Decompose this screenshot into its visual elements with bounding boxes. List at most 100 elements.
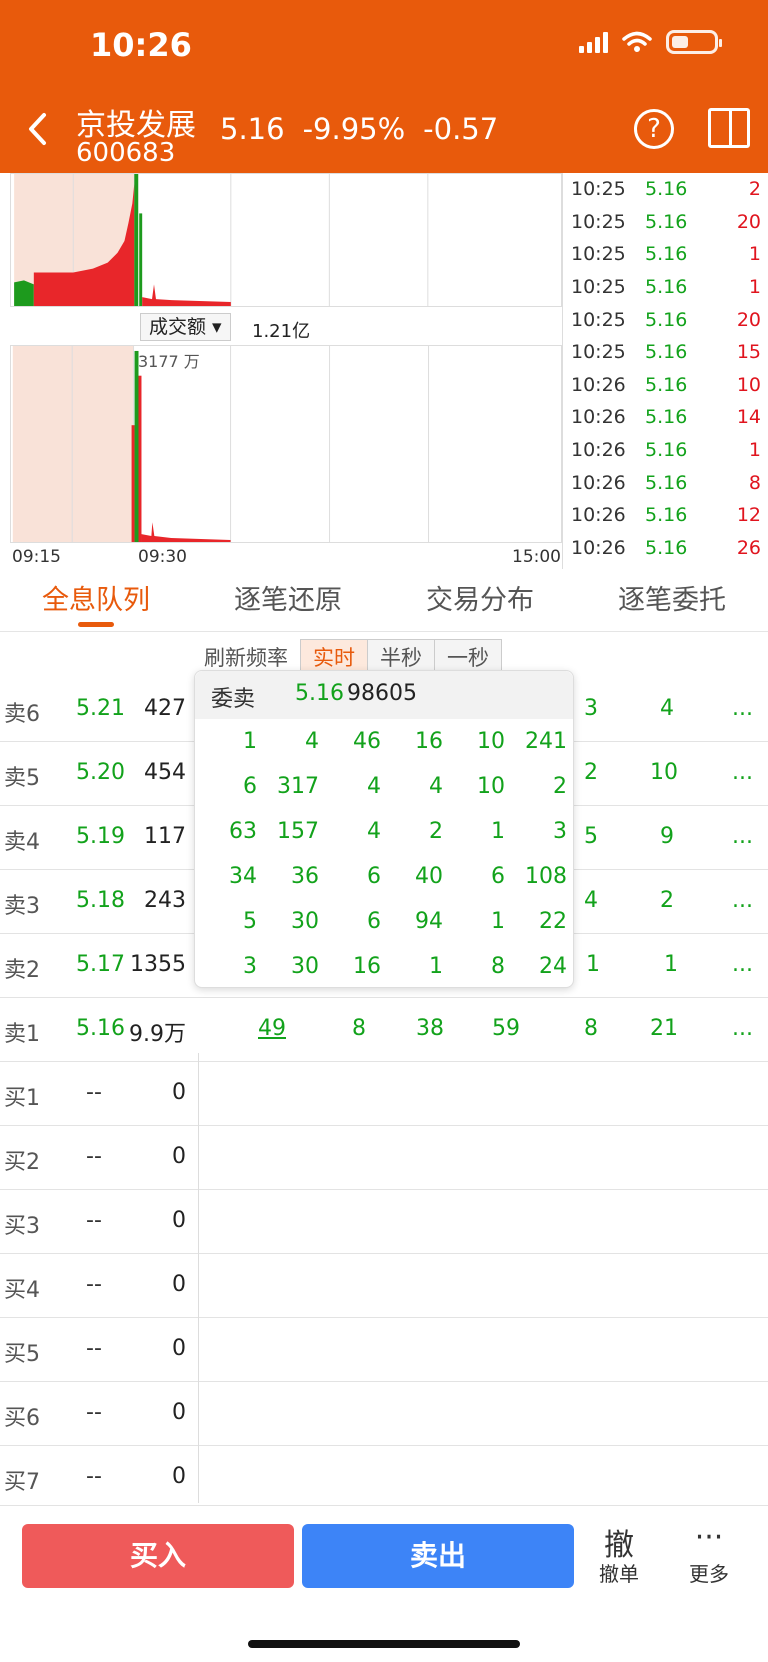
refresh-option-one-second[interactable]: 一秒 (435, 640, 501, 674)
popup-row: 3 30 16 1 8 24 (195, 944, 575, 989)
popup-header: 委卖 5.16 98605 (195, 671, 573, 719)
queue-more[interactable]: ... (732, 696, 753, 721)
tick-row: 10:26 5.16 12 (563, 499, 768, 532)
row-qty: 454 (144, 760, 186, 785)
popup-cell: 241 (525, 729, 567, 754)
queue-more[interactable]: ... (732, 824, 753, 849)
battery-icon (666, 30, 722, 54)
buy-row-6[interactable]: 买6 -- 0 (0, 1382, 768, 1446)
row-price: 5.19 (76, 824, 125, 849)
queue-detail-popup[interactable]: 委卖 5.16 98605 1 4 46 16 10 241 6 317 4 4 10 2 63 15… (194, 670, 574, 988)
row-qty: 0 (172, 1400, 186, 1425)
row-price: 5.16 (76, 1016, 125, 1041)
tick-price: 5.16 (645, 243, 688, 266)
row-label: 买7 (4, 1470, 40, 1495)
tick-row: 10:26 5.16 1 (563, 434, 768, 467)
buy-row-7[interactable]: 买7 -- 0 (0, 1446, 768, 1510)
volume-selector-label: 成交额 (149, 316, 207, 338)
tick-time: 10:26 (571, 536, 626, 559)
buy-row-4[interactable]: 买4 -- 0 (0, 1254, 768, 1318)
row-price: 5.18 (76, 888, 125, 913)
popup-cell: 1 (243, 729, 257, 754)
status-time: 10:26 (90, 26, 192, 64)
row-price: -- (86, 1400, 102, 1425)
sell-row-1[interactable]: 卖1 5.16 9.9万 49 8 38 59 8 21 ... (0, 998, 768, 1062)
queue-cell-selected[interactable]: 49 (258, 1016, 286, 1041)
row-qty: 1355 (130, 952, 186, 977)
popup-cell: 6 (367, 909, 381, 934)
tab-tick-restore[interactable]: 逐笔还原 (192, 570, 384, 631)
queue-cell: 4 (660, 696, 674, 721)
cancel-order-button[interactable]: 撤 撤单 (584, 1520, 654, 1587)
popup-row: 63 157 4 2 1 3 (195, 809, 575, 854)
row-label: 买1 (4, 1086, 40, 1111)
tick-time: 10:25 (571, 178, 626, 201)
sell-button[interactable]: 卖出 (302, 1524, 574, 1588)
row-price: -- (86, 1144, 102, 1169)
queue-cell: 10 (650, 760, 678, 785)
popup-cell: 16 (415, 729, 443, 754)
queue-more[interactable]: ... (732, 888, 753, 913)
popup-cell: 10 (477, 774, 505, 799)
tick-time: 10:26 (571, 439, 626, 462)
help-icon[interactable]: ? (634, 109, 674, 149)
tick-time: 10:25 (571, 308, 626, 331)
tick-volume: 2 (748, 178, 761, 201)
tick-list[interactable]: 10:25 5.16 2 10:25 5.16 20 10:25 5.16 1 10:25 5… (562, 173, 768, 569)
tab-full-queue[interactable]: 全息队列 (0, 570, 192, 631)
popup-cell: 4 (305, 729, 319, 754)
tick-price: 5.16 (645, 276, 688, 299)
refresh-option-realtime[interactable]: 实时 (301, 640, 368, 674)
intraday-chart[interactable]: 成交额 ▾ 1.21亿 3177 万 09:15 09:30 15:00 (0, 173, 562, 569)
queue-more[interactable]: ... (732, 760, 753, 785)
volume-selector[interactable]: 成交额 ▾ (140, 313, 231, 341)
queue-more[interactable]: ... (732, 952, 753, 977)
tick-row: 10:25 5.16 2 (563, 173, 768, 206)
buy-row-5[interactable]: 买5 -- 0 (0, 1318, 768, 1382)
more-button[interactable]: ··· 更多 (674, 1520, 744, 1587)
signal-icon (579, 31, 608, 53)
row-price: -- (86, 1336, 102, 1361)
tab-order-by-order[interactable]: 逐笔委托 (576, 570, 768, 631)
queue-more[interactable]: ... (732, 1016, 753, 1041)
row-qty: 0 (172, 1208, 186, 1233)
popup-cell: 2 (429, 819, 443, 844)
back-button[interactable] (26, 110, 50, 156)
row-qty: 0 (172, 1080, 186, 1105)
popup-cell: 6 (243, 774, 257, 799)
tick-time: 10:26 (571, 471, 626, 494)
cancel-order-label: 撤单 (599, 1562, 639, 1586)
popup-cell: 16 (353, 954, 381, 979)
queue-cell: 8 (584, 1016, 598, 1041)
tick-price: 5.16 (645, 536, 688, 559)
tab-bar: 全息队列 逐笔还原 交易分布 逐笔委托 (0, 570, 768, 632)
buy-button[interactable]: 买入 (22, 1524, 294, 1588)
layout-switch-icon[interactable] (708, 108, 750, 148)
tick-volume: 8 (748, 471, 761, 494)
change: -0.57 (423, 112, 499, 146)
home-indicator (248, 1640, 520, 1648)
refresh-option-half-second[interactable]: 半秒 (368, 640, 435, 674)
tick-time: 10:26 (571, 504, 626, 527)
tab-trade-distribution[interactable]: 交易分布 (384, 570, 576, 631)
tick-time: 10:25 (571, 210, 626, 233)
popup-cell: 6 (491, 864, 505, 889)
tick-volume: 1 (748, 243, 761, 266)
tick-row: 10:26 5.16 14 (563, 401, 768, 434)
popup-cell: 34 (229, 864, 257, 889)
popup-row: 6 317 4 4 10 2 (195, 764, 575, 809)
popup-label: 委卖 (211, 687, 256, 712)
time-label-open: 09:15 (12, 547, 61, 567)
buy-row-3[interactable]: 买3 -- 0 (0, 1190, 768, 1254)
row-label: 卖1 (4, 1022, 40, 1047)
buy-row-2[interactable]: 买2 -- 0 (0, 1126, 768, 1190)
volume-chart (10, 345, 562, 543)
popup-cell: 317 (277, 774, 319, 799)
popup-cell: 1 (491, 819, 505, 844)
tick-time: 10:26 (571, 406, 626, 429)
tick-volume: 1 (748, 439, 761, 462)
tick-row: 10:25 5.16 20 (563, 303, 768, 336)
buy-row-1[interactable]: 买1 -- 0 (0, 1062, 768, 1126)
popup-cell: 36 (291, 864, 319, 889)
row-qty: 427 (144, 696, 186, 721)
